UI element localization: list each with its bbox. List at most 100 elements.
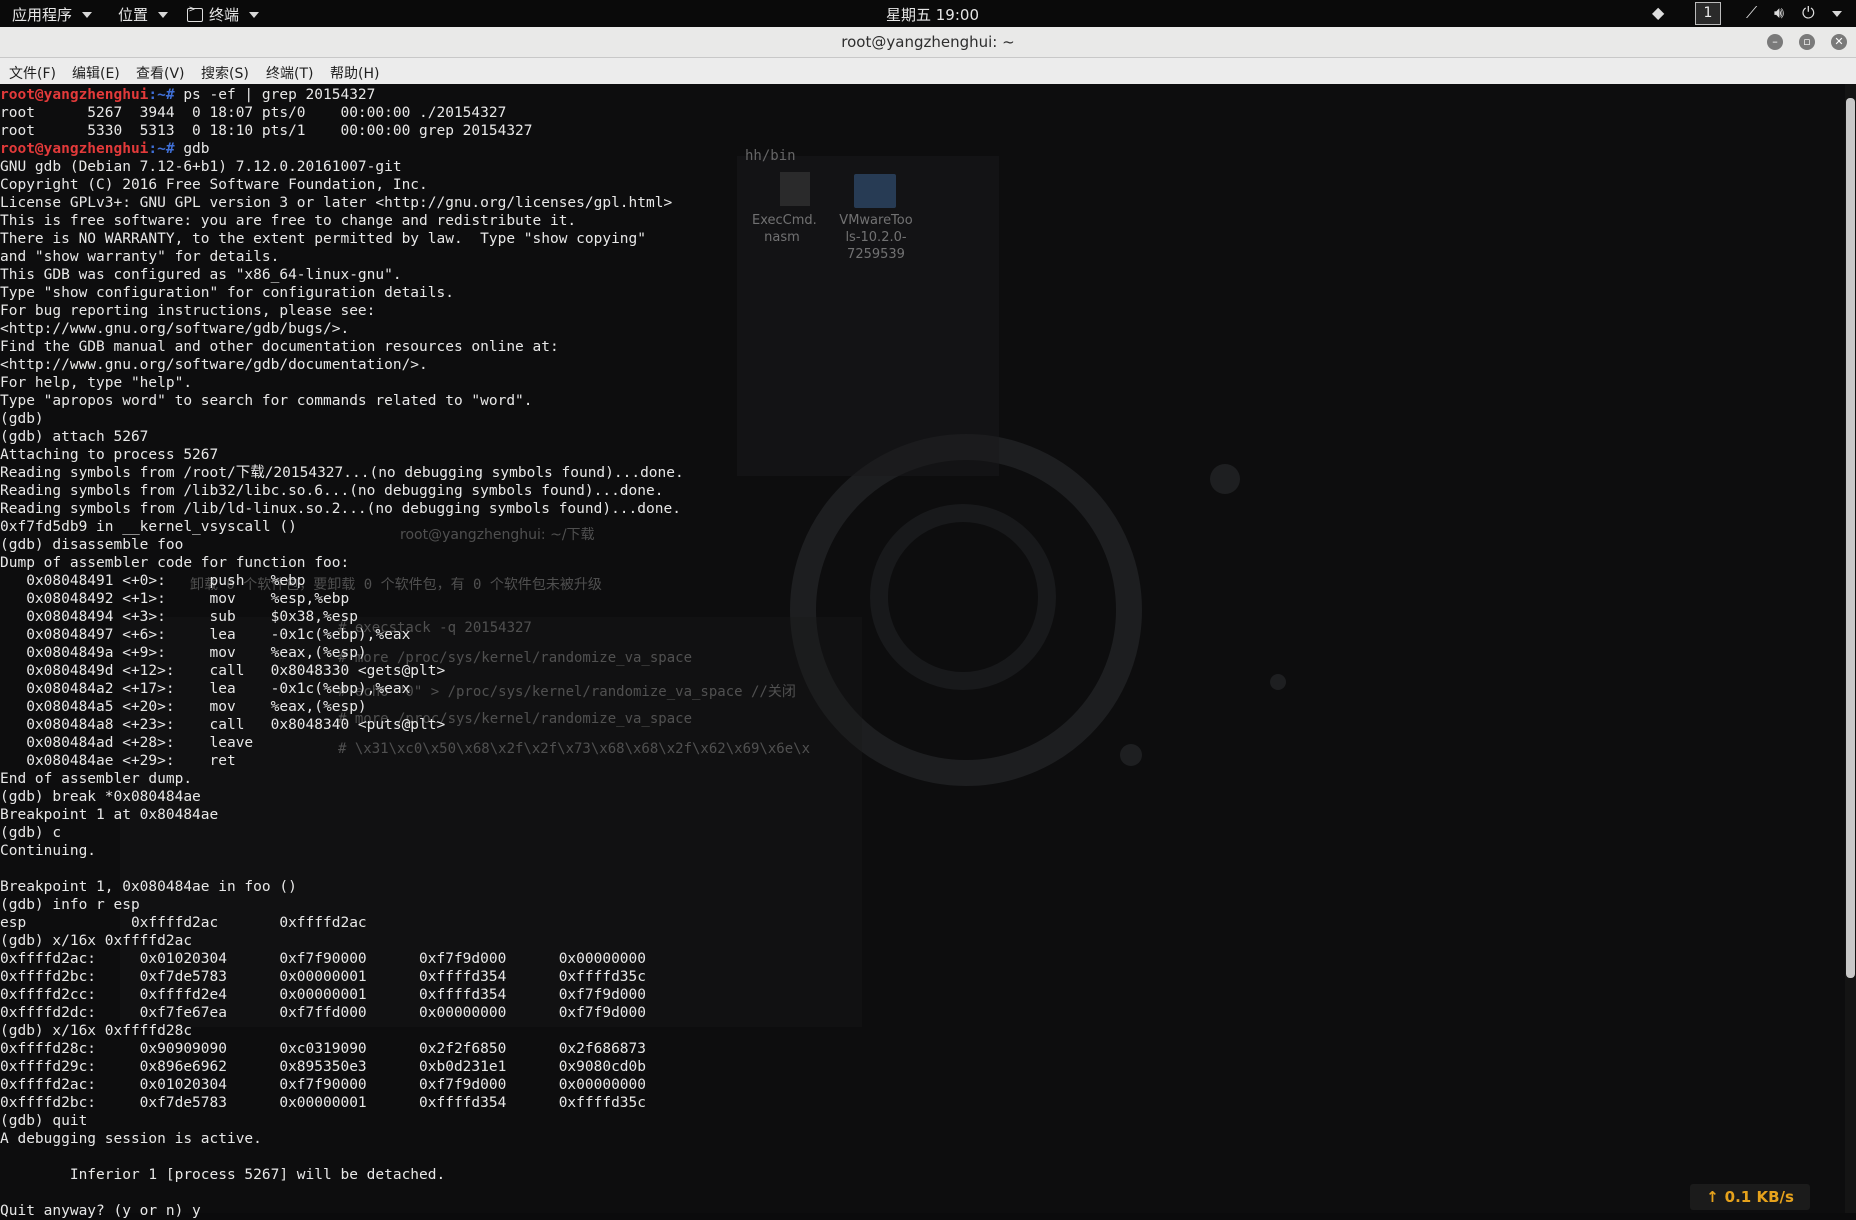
terminal-line: 0xffffd2bc: 0xf7de5783 0x00000001 0xffff… bbox=[0, 1094, 1000, 1112]
chevron-down-icon bbox=[249, 11, 260, 18]
terminal-line-text: gdb bbox=[183, 141, 210, 157]
maximize-button[interactable]: ▫ bbox=[1799, 34, 1815, 50]
terminal-line: (gdb) quit bbox=[0, 1112, 1000, 1130]
terminal-line-text: Attaching to process 5267 bbox=[0, 447, 219, 463]
terminal-line-text: License GPLv3+: GNU GPL version 3 or lat… bbox=[0, 195, 673, 211]
terminal-line: Copyright (C) 2016 Free Software Foundat… bbox=[0, 176, 1000, 194]
menu-search[interactable]: 搜索(S) bbox=[201, 63, 249, 83]
terminal-line: End of assembler dump. bbox=[0, 770, 1000, 788]
terminal-line-text: 0xf7fd5db9 in __kernel_vsyscall () bbox=[0, 519, 297, 535]
terminal-line-text: Breakpoint 1, 0x080484ae in foo () bbox=[0, 879, 297, 895]
menu-help[interactable]: 帮助(H) bbox=[330, 63, 379, 83]
terminal-line-text: (gdb) attach 5267 bbox=[0, 429, 149, 445]
terminal-line-text: and "show warranty" for details. bbox=[0, 249, 280, 265]
terminal-line-text: For bug reporting instructions, please s… bbox=[0, 303, 376, 319]
terminal-line: Breakpoint 1 at 0x80484ae bbox=[0, 806, 1000, 824]
terminal-line: For help, type "help". bbox=[0, 374, 1000, 392]
terminal-line: 0x08048497 <+6>: lea -0x1c(%ebp),%eax bbox=[0, 626, 1000, 644]
network-wired-icon[interactable]: ⟋ bbox=[1746, 4, 1757, 22]
terminal-line: (gdb) break *0x080484ae bbox=[0, 788, 1000, 806]
terminal-line: root 5267 3944 0 18:07 pts/0 00:00:00 ./… bbox=[0, 104, 1000, 122]
terminal-line: 0xffffd2cc: 0xffffd2e4 0x00000001 0xffff… bbox=[0, 986, 1000, 1004]
terminal-line-text: This GDB was configured as "x86_64-linux… bbox=[0, 267, 402, 283]
terminal-line-text: 0x08048494 <+3>: sub $0x38,%esp bbox=[0, 609, 358, 625]
chevron-down-icon bbox=[82, 11, 93, 18]
terminal-line: (gdb) attach 5267 bbox=[0, 428, 1000, 446]
terminal-line-text: <http://www.gnu.org/software/gdb/documen… bbox=[0, 357, 428, 373]
terminal-line-text: esp 0xffffd2ac 0xffffd2ac bbox=[0, 915, 367, 931]
wallpaper-dot bbox=[1270, 674, 1286, 690]
menu-file[interactable]: 文件(F) bbox=[9, 63, 56, 83]
prompt-path: :~# bbox=[148, 141, 184, 157]
terminal-line: 0xffffd28c: 0x90909090 0xc0319090 0x2f2f… bbox=[0, 1040, 1000, 1058]
wallpaper-dot bbox=[1120, 744, 1142, 766]
terminal-line: (gdb) info r esp bbox=[0, 896, 1000, 914]
terminal-line: <http://www.gnu.org/software/gdb/bugs/>. bbox=[0, 320, 1000, 338]
prompt-user: root@yangzhenghui bbox=[0, 141, 149, 157]
terminal-line: 0x080484a8 <+23>: call 0x8048340 <puts@p… bbox=[0, 716, 1000, 734]
terminal-line: Quit anyway? (y or n) y bbox=[0, 1202, 1000, 1220]
terminal-line-text: 0x08048497 <+6>: lea -0x1c(%ebp),%eax bbox=[0, 627, 411, 643]
terminal-line: 0xffffd2dc: 0xf7fe67ea 0xf7ffd000 0x0000… bbox=[0, 1004, 1000, 1022]
terminal-line-text: <http://www.gnu.org/software/gdb/bugs/>. bbox=[0, 321, 350, 337]
terminal-line-text: Breakpoint 1 at 0x80484ae bbox=[0, 807, 219, 823]
terminal-line: Reading symbols from /root/下载/20154327..… bbox=[0, 464, 1000, 482]
menu-view[interactable]: 查看(V) bbox=[136, 63, 185, 83]
terminal-line-text: 0xffffd2bc: 0xf7de5783 0x00000001 0xffff… bbox=[0, 969, 647, 985]
chevron-down-icon[interactable] bbox=[1832, 11, 1842, 17]
power-icon[interactable]: ⏻ bbox=[1802, 4, 1815, 22]
terminal-line-text: Find the GDB manual and other documentat… bbox=[0, 339, 559, 355]
terminal-line: <http://www.gnu.org/software/gdb/documen… bbox=[0, 356, 1000, 374]
terminal-line: Continuing. bbox=[0, 842, 1000, 860]
terminal-line-text: Quit anyway? (y or n) y bbox=[0, 1203, 201, 1219]
terminal-line-text: Reading symbols from /lib32/libc.so.6...… bbox=[0, 483, 664, 499]
terminal-line-text: Dump of assembler code for function foo: bbox=[0, 555, 350, 571]
network-speed-indicator: ↑ 0.1 KB/s bbox=[1690, 1184, 1810, 1210]
terminal-line: 0x080484ae <+29>: ret bbox=[0, 752, 1000, 770]
volume-icon[interactable]: 🔊︎ bbox=[1774, 4, 1784, 22]
window-title: root@yangzhenghui: ~ bbox=[841, 33, 1015, 51]
terminal-line-text: End of assembler dump. bbox=[0, 771, 193, 787]
network-speed-label: 0.1 KB/s bbox=[1724, 1188, 1794, 1206]
terminal-app-menu[interactable]: 终端 bbox=[187, 4, 260, 25]
scrollbar-thumb[interactable] bbox=[1846, 98, 1855, 978]
terminal-line: 0xffffd2bc: 0xf7de5783 0x00000001 0xffff… bbox=[0, 968, 1000, 986]
terminal-line: (gdb) c bbox=[0, 824, 1000, 842]
workspace-indicator[interactable]: 1 bbox=[1695, 2, 1721, 25]
applications-label: 应用程序 bbox=[12, 6, 73, 24]
terminal-app-label: 终端 bbox=[209, 6, 240, 24]
menu-edit[interactable]: 编辑(E) bbox=[72, 63, 120, 83]
close-button[interactable]: ✕ bbox=[1831, 34, 1847, 50]
terminal-line-text: ps -ef | grep 20154327 bbox=[183, 87, 376, 103]
terminal-line-text: For help, type "help". bbox=[0, 375, 193, 391]
terminal-line-text: 0xffffd29c: 0x896e6962 0x895350e3 0xb0d2… bbox=[0, 1059, 647, 1075]
terminal-line: Dump of assembler code for function foo: bbox=[0, 554, 1000, 572]
terminal-line: Type "show configuration" for configurat… bbox=[0, 284, 1000, 302]
terminal-line: 0x080484a2 <+17>: lea -0x1c(%ebp),%eax bbox=[0, 680, 1000, 698]
places-menu[interactable]: 位置 bbox=[118, 4, 169, 25]
terminal-line: 0x08048494 <+3>: sub $0x38,%esp bbox=[0, 608, 1000, 626]
terminal-output[interactable]: root@yangzhenghui:~# ps -ef | grep 20154… bbox=[0, 86, 1000, 1220]
terminal-line-text: 0x0804849a <+9>: mov %eax,(%esp) bbox=[0, 645, 367, 661]
terminal-line-text: 0x080484a8 <+23>: call 0x8048340 <puts@p… bbox=[0, 717, 446, 733]
terminal-line-text: This is free software: you are free to c… bbox=[0, 213, 577, 229]
terminal-line: 0xffffd2ac: 0x01020304 0xf7f90000 0xf7f9… bbox=[0, 1076, 1000, 1094]
terminal-line: This is free software: you are free to c… bbox=[0, 212, 1000, 230]
terminal-line-text: 0xffffd2bc: 0xf7de5783 0x00000001 0xffff… bbox=[0, 1095, 647, 1111]
minimize-button[interactable]: – bbox=[1767, 34, 1783, 50]
applications-menu[interactable]: 应用程序 bbox=[12, 4, 93, 25]
vm-tools-icon[interactable]: ◆ bbox=[1652, 4, 1664, 22]
terminal-line: (gdb) disassemble foo bbox=[0, 536, 1000, 554]
terminal-line-text: (gdb) disassemble foo bbox=[0, 537, 184, 553]
terminal-line-text: 0x080484ae <+29>: ret bbox=[0, 753, 236, 769]
terminal-line-text: (gdb) c bbox=[0, 825, 62, 841]
clock[interactable]: 星期五 19:00 bbox=[886, 4, 979, 25]
terminal-line: root 5330 5313 0 18:10 pts/1 00:00:00 gr… bbox=[0, 122, 1000, 140]
window-titlebar[interactable]: root@yangzhenghui: ~ – ▫ ✕ bbox=[0, 27, 1856, 58]
menu-terminal[interactable]: 终端(T) bbox=[266, 63, 313, 83]
terminal-line: For bug reporting instructions, please s… bbox=[0, 302, 1000, 320]
terminal-line: 0x0804849a <+9>: mov %eax,(%esp) bbox=[0, 644, 1000, 662]
terminal-line: There is NO WARRANTY, to the extent perm… bbox=[0, 230, 1000, 248]
